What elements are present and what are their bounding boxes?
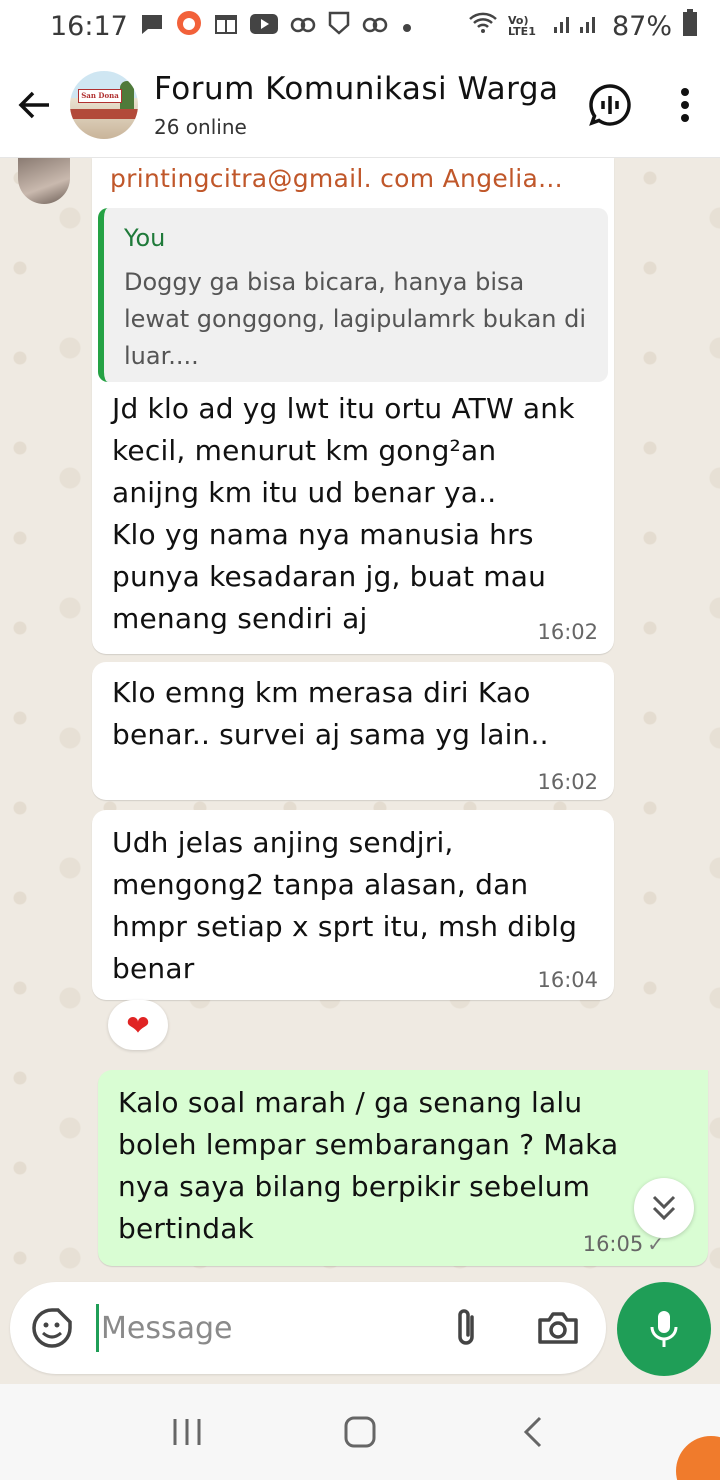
message-input[interactable] (96, 1304, 426, 1352)
system-nav-bar (0, 1384, 720, 1480)
chat-header: San Dona Forum Komunikasi Warga 26 onlin… (0, 52, 720, 158)
chat-title: Forum Komunikasi Warga (154, 70, 559, 107)
home-icon (344, 1416, 376, 1448)
message-line: Jd klo ad yg lwt itu ortu ATW ank (112, 392, 575, 425)
voice-chat-button[interactable] (570, 52, 650, 158)
message-line: menang sendiri aj (112, 602, 368, 635)
avatar-sign-text: San Dona (78, 88, 122, 103)
battery-icon (682, 8, 698, 44)
message-line: benar.. survei aj sama yg lain.. (112, 718, 549, 751)
tripadvisor-icon (290, 11, 316, 42)
more-options-button[interactable] (650, 52, 720, 158)
dot-indicator-icon (400, 11, 414, 42)
message-text: Kalo soal marah / ga senang lalu boleh l… (118, 1082, 618, 1250)
message-line: benar (112, 952, 195, 985)
message-notification-icon (140, 11, 164, 42)
sender-avatar[interactable] (18, 158, 70, 204)
more-vertical-icon (681, 87, 689, 122)
signal-icon (552, 11, 602, 42)
message-line: Klo emng km merasa diri Kao (112, 676, 531, 709)
message-text: Jd klo ad yg lwt itu ortu ATW ank kecil,… (112, 388, 575, 640)
chat-title-block[interactable]: Forum Komunikasi Warga 26 online (154, 71, 570, 139)
mic-button[interactable] (617, 1282, 711, 1376)
message-line: bertindak (118, 1212, 254, 1245)
message-text: Klo emng km merasa diri Kao benar.. surv… (112, 672, 549, 756)
mic-icon (650, 1311, 678, 1347)
paperclip-icon (458, 1309, 474, 1345)
home-button[interactable] (330, 1402, 390, 1462)
chevron-left-icon (524, 1416, 542, 1448)
quote-author: You (124, 224, 166, 252)
gift-icon (214, 11, 238, 42)
recent-apps-button[interactable] (157, 1402, 217, 1462)
back-nav-button[interactable] (503, 1402, 563, 1462)
message-line: nya saya bilang berpikir sebelum (118, 1170, 591, 1203)
lte-label: Vo) LTE1 (507, 14, 536, 38)
recent-apps-icon (173, 1419, 201, 1445)
online-count: 26 online (154, 114, 247, 139)
sticker-icon (32, 1308, 72, 1348)
message-line: Kalo soal marah / ga senang lalu (118, 1086, 583, 1119)
heart-reaction[interactable]: ❤ (108, 1000, 168, 1050)
scroll-down-button[interactable] (634, 1178, 694, 1238)
message-bubble-incoming[interactable]: Klo emng km merasa diri Kao benar.. surv… (92, 662, 614, 800)
chat-area[interactable]: printingcitra@gmail. com Angelia... You … (0, 158, 720, 1280)
voice-chat-icon (589, 83, 631, 126)
status-time: 16:17 (50, 10, 128, 42)
app-notification-icon (176, 10, 202, 43)
message-line: kecil, menurut km gong²an (112, 434, 497, 467)
attach-button[interactable] (440, 1302, 492, 1354)
message-line: boleh lempar sembarangan ? Maka (118, 1128, 619, 1161)
message-time: 16:04 (537, 968, 598, 992)
wifi-icon (468, 11, 498, 42)
message-line: Udh jelas anjing sendjri, (112, 826, 454, 859)
quote-text: Doggy ga bisa bicara, hanya bisa lewat g… (124, 268, 587, 370)
message-time: 16:02 (537, 770, 598, 794)
arrow-left-icon (18, 91, 49, 118)
quoted-message[interactable]: You Doggy ga bisa bicara, hanya bisa lew… (98, 208, 608, 382)
shield-app-icon (328, 11, 350, 42)
camera-button[interactable] (532, 1302, 584, 1354)
message-text: Udh jelas anjing sendjri, mengong2 tanpa… (112, 822, 577, 990)
youtube-icon (249, 11, 278, 42)
message-bubble-incoming[interactable]: Udh jelas anjing sendjri, mengong2 tanpa… (92, 810, 614, 1000)
message-bubble-outgoing[interactable]: Kalo soal marah / ga senang lalu boleh l… (98, 1070, 708, 1266)
message-bubble-incoming[interactable]: printingcitra@gmail. com Angelia... You … (92, 158, 614, 654)
battery-percent: 87% (611, 10, 672, 42)
camera-icon (538, 1312, 578, 1344)
sticker-button[interactable] (26, 1302, 78, 1354)
sender-name[interactable]: printingcitra@gmail. com Angelia... (110, 164, 563, 193)
message-line: hmpr setiap x sprt itu, msh diblg (112, 910, 578, 943)
composer-box (10, 1282, 606, 1374)
message-time: 16:05 (582, 1232, 644, 1256)
back-button[interactable] (0, 52, 70, 158)
composer-row (0, 1280, 720, 1384)
status-bar: 16:17 Vo) LTE1 87% (0, 0, 720, 52)
owl-app-icon (362, 11, 388, 42)
message-line: mengong2 tanpa alasan, dan (112, 868, 529, 901)
message-line: Klo yg nama nya manusia hrs (112, 518, 534, 551)
group-avatar[interactable]: San Dona (70, 70, 138, 139)
message-time: 16:02 (537, 620, 598, 644)
message-line: punya kesadaran jg, buat mau (112, 560, 547, 593)
message-line: anijng km itu ud benar ya.. (112, 476, 497, 509)
chevron-double-down-icon (652, 1195, 676, 1221)
